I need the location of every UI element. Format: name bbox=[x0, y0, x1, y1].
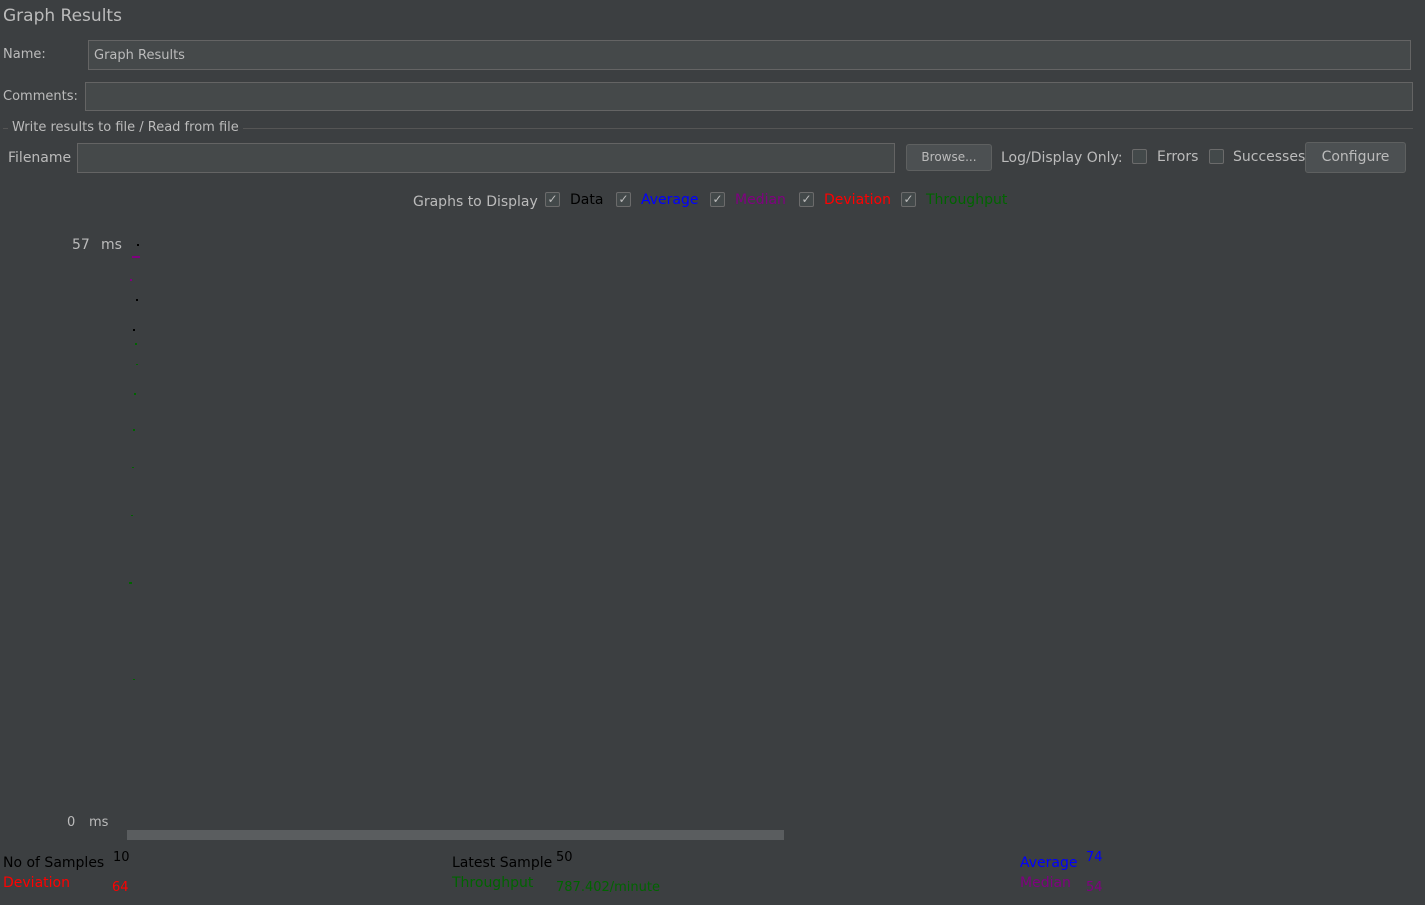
data-point bbox=[137, 244, 139, 246]
y-axis-max-unit: ms bbox=[101, 237, 122, 253]
check-mark-icon: ✓ bbox=[903, 192, 914, 206]
browse-button[interactable]: Browse... bbox=[906, 144, 992, 171]
average-stat-label: Average bbox=[1020, 855, 1078, 871]
comments-label: Comments: bbox=[3, 89, 78, 104]
throughput-point bbox=[131, 515, 133, 516]
graph-points bbox=[129, 244, 140, 680]
throughput-point bbox=[135, 343, 137, 345]
data-point bbox=[136, 299, 138, 301]
check-mark-icon: ✓ bbox=[618, 192, 629, 206]
y-axis-min-value: 0 bbox=[67, 815, 76, 830]
deviation-stat-value: 64 bbox=[112, 880, 129, 895]
throughput-point bbox=[129, 582, 132, 584]
name-label: Name: bbox=[3, 47, 46, 62]
median-point bbox=[132, 256, 140, 258]
latest-sample-value: 50 bbox=[556, 850, 573, 865]
median-point bbox=[130, 279, 132, 281]
check-mark-icon: ✓ bbox=[547, 192, 558, 206]
latest-sample-label: Latest Sample bbox=[452, 855, 553, 871]
throughput-point bbox=[136, 364, 138, 365]
throughput-checkbox[interactable]: ✓ bbox=[901, 192, 916, 207]
name-input[interactable] bbox=[88, 40, 1411, 70]
deviation-option-label: Deviation bbox=[824, 192, 891, 208]
y-axis-min-unit: ms bbox=[89, 815, 109, 830]
no-of-samples-value: 10 bbox=[113, 850, 130, 865]
data-point bbox=[133, 329, 135, 331]
successes-checkbox[interactable] bbox=[1209, 149, 1224, 164]
throughput-stat-label: Throughput bbox=[452, 875, 534, 891]
check-mark-icon: ✓ bbox=[712, 192, 723, 206]
throughput-point bbox=[133, 429, 135, 431]
average-stat-value: 74 bbox=[1086, 850, 1103, 865]
graph-plot-area bbox=[129, 244, 140, 680]
filename-input[interactable] bbox=[77, 143, 895, 173]
comments-input[interactable] bbox=[85, 82, 1413, 111]
deviation-stat-label: Deviation bbox=[3, 875, 70, 891]
file-section-legend: Write results to file / Read from file bbox=[8, 120, 243, 135]
graphs-to-display-label: Graphs to Display bbox=[413, 194, 538, 210]
throughput-stat-value: 787.402/minute bbox=[556, 880, 660, 895]
no-of-samples-label: No of Samples bbox=[3, 855, 105, 871]
deviation-checkbox[interactable]: ✓ bbox=[799, 192, 814, 207]
check-mark-icon: ✓ bbox=[801, 192, 812, 206]
average-checkbox[interactable]: ✓ bbox=[616, 192, 631, 207]
errors-label: Errors bbox=[1157, 149, 1199, 165]
panel-title: Graph Results bbox=[3, 6, 122, 26]
median-option-label: Median bbox=[735, 192, 786, 208]
throughput-point bbox=[133, 679, 135, 680]
throughput-point bbox=[134, 393, 136, 395]
graph-horizontal-scrollbar[interactable] bbox=[127, 830, 784, 840]
median-checkbox[interactable]: ✓ bbox=[710, 192, 725, 207]
successes-label: Successes bbox=[1233, 149, 1306, 165]
filename-label: Filename bbox=[8, 150, 72, 166]
throughput-option-label: Throughput bbox=[926, 192, 1008, 208]
configure-button[interactable]: Configure bbox=[1305, 142, 1406, 173]
data-checkbox[interactable]: ✓ bbox=[545, 192, 560, 207]
data-option-label: Data bbox=[570, 192, 604, 208]
median-stat-value: 54 bbox=[1086, 880, 1103, 895]
median-stat-label: Median bbox=[1020, 875, 1071, 891]
throughput-point bbox=[132, 467, 134, 468]
average-option-label: Average bbox=[641, 192, 699, 208]
y-axis-max-value: 57 bbox=[72, 237, 90, 253]
errors-checkbox[interactable] bbox=[1132, 149, 1147, 164]
log-display-only-label: Log/Display Only: bbox=[1001, 150, 1123, 166]
